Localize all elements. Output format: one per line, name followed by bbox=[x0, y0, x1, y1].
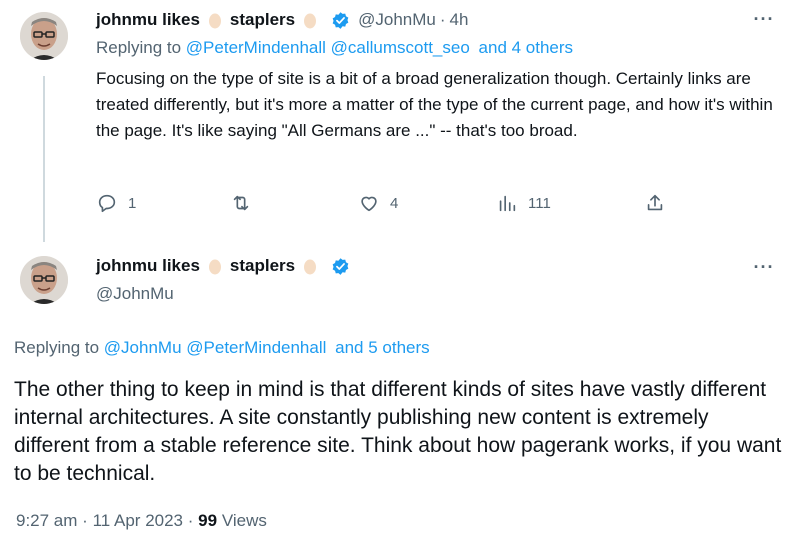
tweet-time[interactable]: 4h bbox=[450, 10, 469, 30]
retweet-icon bbox=[233, 195, 249, 211]
author-name-suffix[interactable]: staplers bbox=[230, 10, 295, 30]
views-count[interactable]: 99 bbox=[198, 511, 217, 530]
mention-link[interactable]: @JohnMu bbox=[104, 338, 182, 357]
replying-to-label: Replying to bbox=[96, 38, 182, 57]
tweet1-text: Focusing on the type of site is a bit of… bbox=[96, 69, 773, 140]
author-handle[interactable]: @JohnMu bbox=[96, 284, 174, 303]
reply-icon bbox=[98, 194, 116, 213]
author-handle[interactable]: @JohnMu bbox=[358, 10, 436, 30]
share-button[interactable] bbox=[644, 192, 666, 214]
tweet1-actions: 1 4 111 bbox=[96, 192, 676, 216]
author-name[interactable]: johnmu likes bbox=[96, 10, 200, 30]
like-icon bbox=[361, 196, 377, 212]
verified-badge-icon bbox=[332, 257, 349, 275]
mention-link[interactable]: @PeterMindenhall bbox=[186, 38, 326, 57]
tweet-date[interactable]: 11 Apr 2023 bbox=[93, 511, 183, 530]
replying-to: Replying to @PeterMindenhall @callumscot… bbox=[96, 38, 573, 58]
author-handle-row: @JohnMu bbox=[96, 284, 174, 304]
tweet2-author-row: johnmu likes staplers bbox=[96, 254, 350, 278]
reply-count: 1 bbox=[128, 194, 137, 212]
author-name[interactable]: johnmu likes bbox=[96, 256, 200, 276]
views-icon bbox=[499, 195, 516, 212]
like-button[interactable]: 4 bbox=[358, 192, 398, 214]
separator-dot: · bbox=[187, 511, 194, 530]
separator-dot: · bbox=[82, 511, 88, 530]
replying-to-label: Replying to bbox=[14, 338, 100, 357]
views-count: 111 bbox=[528, 194, 551, 212]
egg-icon bbox=[208, 259, 221, 275]
more-icon[interactable]: ··· bbox=[752, 257, 776, 277]
views-button[interactable]: 111 bbox=[496, 192, 551, 214]
tweet-time[interactable]: 9:27 am bbox=[16, 511, 77, 530]
tweet1-author-row: johnmu likes staplers @JohnMu · 4h bbox=[96, 8, 468, 32]
others-link[interactable]: and 5 others bbox=[335, 338, 430, 357]
more-icon[interactable]: ··· bbox=[752, 9, 776, 29]
verified-badge-icon bbox=[332, 11, 349, 29]
share-icon bbox=[647, 194, 663, 211]
retweet-button[interactable] bbox=[230, 192, 252, 214]
reply-button[interactable]: 1 bbox=[96, 192, 136, 214]
egg-icon bbox=[304, 13, 317, 29]
separator-dot: · bbox=[439, 10, 446, 29]
egg-icon bbox=[208, 13, 221, 29]
author-name-suffix[interactable]: staplers bbox=[230, 256, 295, 276]
others-link[interactable]: and 4 others bbox=[479, 38, 574, 57]
thread-connector-line bbox=[43, 76, 45, 242]
mention-link[interactable]: @callumscott_seo bbox=[331, 38, 470, 57]
views-label: Views bbox=[221, 511, 267, 530]
avatar[interactable] bbox=[20, 256, 68, 304]
mention-link[interactable]: @PeterMindenhall bbox=[186, 338, 326, 357]
egg-icon bbox=[304, 259, 317, 275]
replying-to: Replying to @JohnMu @PeterMindenhall and… bbox=[14, 338, 430, 358]
avatar[interactable] bbox=[20, 12, 68, 60]
tweet2-text: The other thing to keep in mind is that … bbox=[14, 378, 782, 485]
like-count: 4 bbox=[390, 194, 399, 212]
tweet-meta: 9:27 am · 11 Apr 2023 · 99 Views bbox=[16, 511, 267, 531]
